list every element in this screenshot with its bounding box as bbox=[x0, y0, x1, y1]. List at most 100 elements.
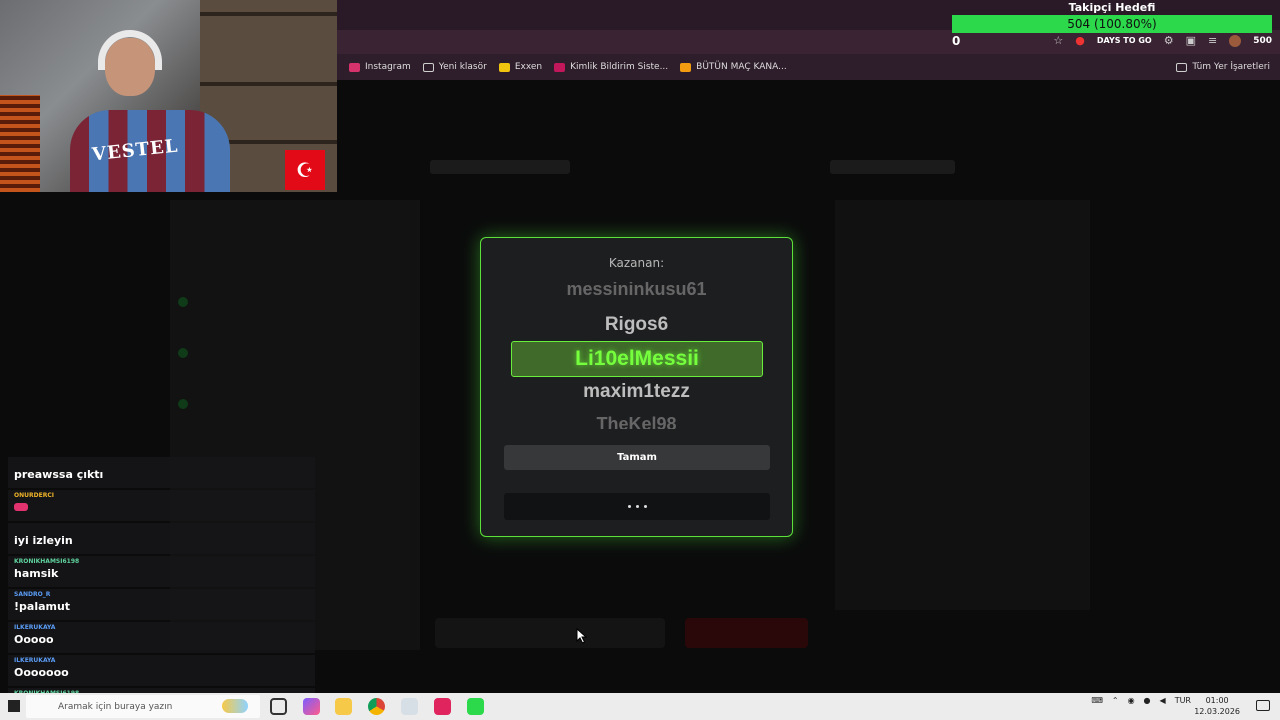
winner-name: Li10elMessii bbox=[511, 341, 763, 377]
shelf-board bbox=[200, 12, 337, 16]
bookmark-mac[interactable]: BÜTÜN MAÇ KANA... bbox=[680, 62, 787, 72]
chat-username: ONURDERCI bbox=[14, 492, 54, 499]
speaker-icon[interactable]: ◀ bbox=[1160, 696, 1166, 705]
chat-text: !palamut bbox=[14, 600, 71, 613]
ok-button[interactable]: Tamam bbox=[504, 445, 770, 470]
chat-username: KRONIKHAMSI6198 bbox=[14, 558, 80, 565]
follower-goal-value: 504 (100.80%) bbox=[1067, 17, 1157, 31]
mic-icon[interactable]: ● bbox=[1144, 696, 1151, 705]
streaming-app-icon[interactable] bbox=[434, 698, 451, 715]
follower-goal-bar: 504 (100.80%) bbox=[952, 15, 1272, 33]
bookmarks-bar: Instagram Yeni klasör Exxen Kimlik Bildi… bbox=[337, 54, 1280, 80]
chat-username: ILKERUKAYA bbox=[14, 624, 56, 631]
bookmark-kimlik[interactable]: Kimlik Bildirim Siste... bbox=[554, 62, 668, 72]
webcam-feed: VESTEL ☪ bbox=[0, 0, 337, 192]
taskbar-clock[interactable]: 01:00 12.03.2026 bbox=[1194, 695, 1240, 717]
extension-icon[interactable]: ⚙ bbox=[1164, 34, 1174, 47]
extension-icon[interactable]: ● bbox=[1075, 34, 1085, 47]
chat-text: iyi izleyin bbox=[14, 534, 73, 547]
copilot-app-icon[interactable] bbox=[303, 698, 320, 715]
exxen-icon bbox=[498, 62, 510, 72]
follower-goal-start: 0 bbox=[952, 34, 961, 48]
shelf-board bbox=[200, 82, 337, 86]
chat-username: SANDRO_R bbox=[14, 591, 51, 598]
background-title-left bbox=[430, 160, 570, 174]
browser-toolbar: ☆ ● DAYS TO GO ⚙ ▣ ≡ 500 bbox=[1053, 34, 1272, 47]
reel-name: messininkusu61 bbox=[566, 282, 707, 299]
bookmark-instagram[interactable]: Instagram bbox=[349, 62, 411, 72]
jp-icon bbox=[680, 62, 692, 72]
background-title-right bbox=[830, 160, 955, 174]
bookmark-label: Yeni klasör bbox=[438, 62, 487, 72]
bookmark-folder[interactable]: Yeni klasör bbox=[422, 62, 487, 72]
kimlik-icon bbox=[554, 62, 566, 72]
folder-icon bbox=[422, 62, 434, 72]
chat-text: Ooooo bbox=[14, 633, 54, 646]
network-icon[interactable]: ◉ bbox=[1128, 696, 1135, 705]
notepad-icon[interactable] bbox=[401, 698, 418, 715]
background-status-dot bbox=[178, 297, 188, 307]
chrome-icon[interactable] bbox=[368, 698, 385, 715]
task-view-icon[interactable] bbox=[270, 698, 287, 715]
background-status-dot bbox=[178, 399, 188, 409]
winner-modal: Kazanan: messininkusu61 Rigos6 Li10elMes… bbox=[480, 237, 793, 537]
chat-text: hamsik bbox=[14, 567, 59, 580]
folder-icon bbox=[1176, 62, 1188, 72]
bookmark-label: Exxen bbox=[514, 62, 543, 72]
background-panel-right bbox=[835, 200, 1090, 610]
chat-username: ILKERUKAYA bbox=[14, 657, 56, 664]
chat-text: Ooooooo bbox=[14, 666, 69, 679]
keyboard-icon[interactable]: ⌨ bbox=[1091, 696, 1103, 705]
chat-message: SANDRO_R !palamut bbox=[8, 589, 315, 620]
avatar[interactable] bbox=[1229, 34, 1242, 47]
instagram-icon bbox=[349, 62, 360, 72]
chat-message: KRONIKHAMSI6198 hamsik bbox=[8, 556, 315, 587]
winner-label: Kazanan: bbox=[608, 256, 665, 270]
bookmark-exxen[interactable]: Exxen bbox=[498, 62, 543, 72]
bookmark-label: Kimlik Bildirim Siste... bbox=[570, 62, 669, 72]
background-status-dot bbox=[178, 348, 188, 358]
chat-text: preawssa çıktı bbox=[14, 468, 104, 481]
chat-overlay: preawssa çıktı ONURDERCI iyi izleyin KRONIK… bbox=[8, 457, 315, 693]
bookmark-label: Instagram bbox=[365, 62, 411, 72]
more-options-button[interactable] bbox=[504, 493, 770, 520]
chat-username bbox=[14, 525, 309, 533]
queue-icon[interactable]: ≡ bbox=[1208, 34, 1217, 47]
puzzle-icon[interactable]: ▣ bbox=[1186, 34, 1196, 47]
dot-icon bbox=[635, 505, 639, 508]
turkish-flag: ☪ bbox=[285, 150, 325, 190]
chat-message: ILKERUKAYA Ooooo bbox=[8, 622, 315, 653]
clock-time: 01:00 bbox=[1205, 696, 1229, 705]
chevron-up-icon[interactable]: ⌃ bbox=[1112, 696, 1119, 705]
notification-icon[interactable] bbox=[1256, 700, 1270, 711]
reel-name: maxim1tezz bbox=[583, 381, 690, 402]
chat-message: iyi izleyin bbox=[8, 523, 315, 554]
dot-icon bbox=[627, 505, 631, 508]
chat-emote-icon bbox=[14, 503, 28, 511]
chat-message: ILKERUKAYA Ooooooo bbox=[8, 655, 315, 686]
heater bbox=[0, 95, 40, 192]
copilot-icon[interactable] bbox=[222, 699, 248, 713]
reel-name: Rigos6 bbox=[604, 314, 669, 335]
all-bookmarks[interactable]: Tüm Yer İşaretleri bbox=[1176, 62, 1270, 72]
chat-message: preawssa çıktı bbox=[8, 457, 315, 488]
days-to-go-extension[interactable]: DAYS TO GO bbox=[1097, 36, 1152, 45]
background-button bbox=[435, 618, 665, 648]
star-icon[interactable]: ☆ bbox=[1053, 34, 1063, 47]
chat-message: ONURDERCI bbox=[8, 490, 315, 521]
bookmark-label: BÜTÜN MAÇ KANA... bbox=[696, 62, 787, 72]
dot-icon bbox=[643, 505, 647, 508]
kick-app-icon[interactable] bbox=[467, 698, 484, 715]
all-bookmarks-label: Tüm Yer İşaretleri bbox=[1192, 62, 1270, 72]
mouse-cursor-icon bbox=[576, 628, 588, 644]
chat-username bbox=[14, 459, 309, 467]
background-button-red bbox=[685, 618, 808, 648]
clock-date: 12.03.2026 bbox=[1194, 707, 1240, 716]
windows-start-icon[interactable] bbox=[8, 700, 20, 712]
follower-goal-title: Takipçi Hedefi bbox=[1068, 1, 1156, 14]
reel-name: TheKel98 bbox=[596, 415, 677, 429]
language-indicator[interactable]: TUR bbox=[1175, 696, 1191, 705]
extension-count: 500 bbox=[1253, 35, 1272, 46]
file-explorer-icon[interactable] bbox=[335, 698, 352, 715]
headphones bbox=[98, 30, 162, 70]
